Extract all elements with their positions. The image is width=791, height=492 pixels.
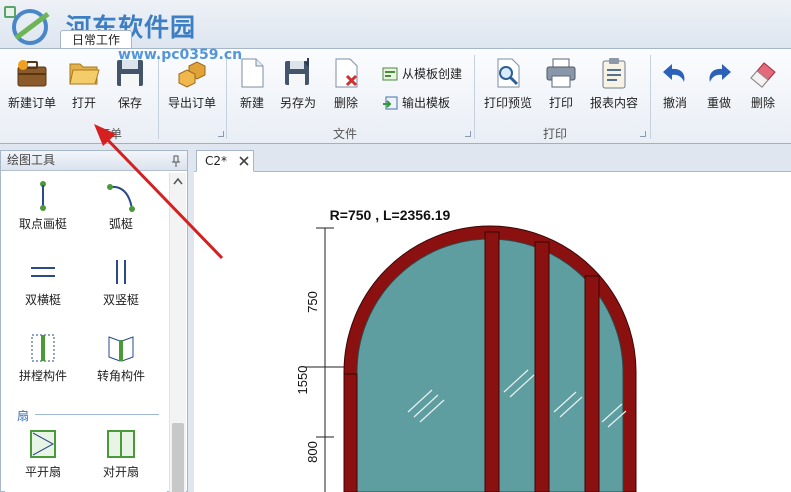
joint-member-icon [31, 334, 55, 362]
output-template-label: 输出模板 [402, 96, 451, 110]
redo-icon [709, 64, 731, 82]
group-divider [474, 55, 475, 139]
group-file-label: 文件 [332, 127, 357, 141]
template-create-icon [382, 67, 398, 81]
arc-caption: R=750 , L=2356.19 [330, 207, 451, 223]
drawing-tools-panel: 绘图工具 取点画梃 弧梃 双横梃 双竖梃 拼樘构件 转角构件 扇 平开扇 对开扇 [0, 150, 188, 492]
tool-corner-member[interactable]: 转角构件 [85, 329, 157, 387]
new-order-label: 新建订单 [7, 96, 56, 110]
tool-double-vertical-label: 双竖梃 [102, 293, 139, 307]
from-template-button[interactable]: 从模板创建 [380, 63, 462, 85]
save-label: 保存 [117, 96, 142, 110]
document-tab-strip: C2* [194, 150, 791, 172]
section-divider [35, 414, 159, 415]
tool-arc-frame[interactable]: 弧梃 [85, 177, 157, 235]
print-preview-button[interactable]: 打印预览 [478, 51, 538, 125]
double-horizontal-icon [31, 267, 55, 277]
mullion[interactable] [584, 275, 600, 492]
app-window: 河东软件园 日常工作 新建订单 打开 保存 导出订单 订单 新建 另存为 删除 … [0, 0, 791, 492]
scroll-thumb[interactable] [172, 423, 184, 492]
print-label: 打印 [548, 96, 573, 110]
document-tab[interactable]: C2* [196, 150, 254, 172]
section-sash-label: 扇 [17, 409, 30, 423]
tool-casement[interactable]: 平开扇 [7, 425, 79, 483]
panel-header: 绘图工具 [1, 151, 187, 171]
tool-double-casement-label: 对开扇 [102, 465, 139, 479]
document-tab-label: C2* [205, 154, 228, 168]
folder-open-icon [69, 63, 100, 85]
from-template-label: 从模板创建 [402, 67, 463, 81]
close-icon[interactable] [239, 156, 249, 166]
clipboard-icon [602, 58, 626, 89]
briefcase-icon [17, 60, 47, 87]
corner-member-icon [108, 336, 134, 362]
window-drawing[interactable]: R=750 , L=2356.19 750 1550 800 [194, 172, 791, 492]
tool-double-horizontal-label: 双横梃 [24, 293, 61, 307]
tool-point-frame-label: 取点画梃 [18, 217, 67, 231]
arched-window[interactable] [343, 225, 637, 492]
group-print-launcher-icon[interactable] [640, 131, 646, 137]
tool-joint-member[interactable]: 拼樘构件 [7, 329, 79, 387]
arc-frame-icon [107, 184, 135, 212]
undo-icon [663, 64, 685, 82]
watermark-logo [12, 9, 50, 45]
dim-top-label: 750 [305, 291, 320, 313]
dim-bottom-label: 800 [305, 441, 320, 463]
tool-corner-member-label: 转角构件 [96, 369, 145, 383]
eraser-icon [750, 62, 776, 88]
tool-double-vertical[interactable]: 双竖梃 [85, 253, 157, 311]
group-file-launcher-icon[interactable] [465, 131, 471, 137]
panel-title: 绘图工具 [7, 153, 56, 167]
tool-arc-frame-label: 弧梃 [108, 217, 133, 231]
tool-double-casement[interactable]: 对开扇 [85, 425, 157, 483]
print-preview-icon [497, 58, 520, 88]
delete-file-label: 删除 [333, 96, 358, 110]
tool-casement-label: 平开扇 [24, 465, 61, 479]
export-order-label: 导出订单 [167, 96, 216, 110]
printer-icon [546, 58, 576, 88]
mullion[interactable] [484, 231, 500, 492]
pin-icon[interactable] [171, 155, 181, 167]
output-template-button[interactable]: 输出模板 [380, 92, 450, 114]
casement-icon [30, 430, 56, 458]
watermark-url: www.pc0359.cn [118, 47, 243, 63]
dim-total-label: 1550 [295, 366, 310, 395]
tool-double-horizontal[interactable]: 双横梃 [7, 253, 79, 311]
panel-scrollbar[interactable] [169, 173, 186, 492]
scroll-up-icon[interactable] [173, 177, 183, 185]
mullion[interactable] [534, 241, 550, 492]
tool-list: 取点画梃 弧梃 双横梃 双竖梃 拼樘构件 转角构件 扇 平开扇 对开扇 [5, 173, 167, 492]
group-order-launcher-icon[interactable] [218, 131, 224, 137]
report-content-button[interactable]: 报表内容 [584, 51, 644, 125]
delete-file-button[interactable]: 删除 [316, 51, 376, 125]
delete-document-icon [335, 58, 358, 88]
double-casement-icon [107, 430, 135, 458]
tool-point-frame[interactable]: 取点画梃 [7, 177, 79, 235]
group-print-label: 打印 [542, 127, 567, 141]
save-as-icon [285, 58, 309, 85]
drawing-canvas[interactable]: R=750 , L=2356.19 750 1550 800 [194, 172, 791, 492]
report-content-label: 报表内容 [589, 96, 638, 110]
tool-joint-member-label: 拼樘构件 [18, 369, 67, 383]
title-bar: 河东软件园 日常工作 [0, 0, 791, 50]
point-frame-icon [40, 181, 46, 211]
erase-button[interactable]: 删除 [733, 51, 791, 125]
print-button[interactable]: 打印 [531, 51, 591, 125]
erase-label: 删除 [750, 96, 775, 110]
template-export-icon [383, 96, 398, 110]
new-order-button[interactable]: 新建订单 [2, 51, 62, 125]
group-order-label: 订单 [97, 127, 122, 141]
double-vertical-icon [116, 260, 126, 284]
print-preview-label: 打印预览 [483, 96, 532, 110]
